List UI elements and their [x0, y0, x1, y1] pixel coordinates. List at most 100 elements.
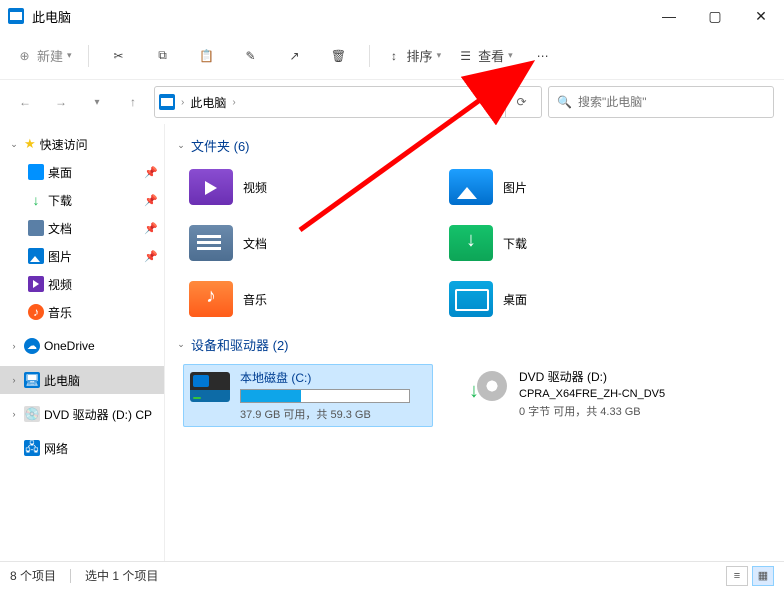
chevron-down-icon: ▾: [437, 50, 442, 61]
drive-name: 本地磁盘 (C:): [240, 369, 428, 386]
sidebar-item-pictures[interactable]: 图片 📌: [0, 242, 164, 270]
sidebar-label: 图片: [48, 248, 72, 265]
sidebar-item-videos[interactable]: 视频: [0, 270, 164, 298]
folder-documents[interactable]: 文档: [189, 221, 409, 265]
drive-d[interactable]: DVD 驱动器 (D:) CPRA_X64FRE_ZH-CN_DV5 0 字节 …: [463, 364, 713, 427]
chevron-right-icon[interactable]: ›: [8, 341, 20, 351]
refresh-button[interactable]: ⟳: [505, 86, 537, 118]
new-label: 新建: [37, 46, 63, 65]
delete-button[interactable]: 🗑: [319, 39, 359, 73]
folder-videos[interactable]: 视频: [189, 165, 409, 209]
folder-label: 图片: [503, 179, 527, 196]
storage-progress: [240, 389, 410, 403]
new-button[interactable]: ⊕ 新建 ▾: [10, 39, 78, 73]
sidebar-item-documents[interactable]: 文档 📌: [0, 214, 164, 242]
window-icon: [8, 8, 24, 24]
sidebar-item-onedrive[interactable]: › ☁ OneDrive: [0, 332, 164, 360]
breadcrumb-sep: ›: [232, 97, 235, 108]
pc-icon: [159, 94, 175, 110]
desktop-folder-icon: [449, 281, 493, 317]
paste-button[interactable]: 📋: [187, 39, 227, 73]
sidebar-item-desktop[interactable]: 桌面 📌: [0, 158, 164, 186]
drive-sub: CPRA_X64FRE_ZH-CN_DV5: [519, 388, 709, 400]
drive-stat: 0 字节 可用，共 4.33 GB: [519, 403, 709, 419]
more-button[interactable]: ⋯: [523, 39, 563, 73]
folder-label: 视频: [243, 179, 267, 196]
view-icon: ☰: [457, 47, 474, 64]
maximize-button[interactable]: ▢: [692, 0, 738, 32]
picture-folder-icon: [449, 169, 493, 205]
back-button[interactable]: ←: [10, 87, 40, 117]
address-bar[interactable]: › 此电脑 › ⌄ ⟳: [154, 86, 542, 118]
cut-icon: ✂: [110, 47, 127, 64]
search-icon: 🔍: [557, 95, 572, 109]
disc-icon: 💿: [24, 406, 40, 422]
folder-music[interactable]: 音乐: [189, 277, 409, 321]
folder-pictures[interactable]: 图片: [449, 165, 669, 209]
section-label: 文件夹 (6): [191, 136, 250, 155]
sidebar-label: 网络: [44, 440, 68, 457]
toolbar: ⊕ 新建 ▾ ✂ ⧉ 📋 ✎ ↗ 🗑 ↕ 排序 ▾ ☰ 查看 ▾ ⋯: [0, 32, 784, 80]
sort-button[interactable]: ↕ 排序 ▾: [380, 39, 448, 73]
chevron-down-icon[interactable]: ⌄: [175, 140, 187, 151]
up-button[interactable]: ↑: [118, 87, 148, 117]
desktop-icon: [28, 164, 44, 180]
chevron-right-icon[interactable]: ›: [8, 375, 20, 385]
breadcrumb[interactable]: 此电脑: [190, 94, 226, 111]
search-box[interactable]: 🔍: [548, 86, 774, 118]
video-folder-icon: [189, 169, 233, 205]
sidebar-item-dvd[interactable]: › 💿 DVD 驱动器 (D:) CP: [0, 400, 164, 428]
folder-downloads[interactable]: 下载: [449, 221, 669, 265]
sidebar-label: 文档: [48, 220, 72, 237]
icons-view-button[interactable]: ▦: [752, 566, 774, 586]
content-pane: ⌄ 文件夹 (6) 视频 图片 文档 下载 音乐: [164, 124, 784, 561]
search-input[interactable]: [578, 95, 765, 109]
chevron-down-icon[interactable]: ⌄: [175, 339, 187, 350]
share-button[interactable]: ↗: [275, 39, 315, 73]
folder-desktop[interactable]: 桌面: [449, 277, 669, 321]
sidebar-label: 下载: [48, 192, 72, 209]
chevron-right-icon[interactable]: ›: [8, 409, 20, 419]
status-selected-count: 选中 1 个项目: [85, 567, 158, 584]
sidebar-item-this-pc[interactable]: › 🖥 此电脑: [0, 366, 164, 394]
more-icon: ⋯: [534, 47, 551, 64]
chevron-down-icon: ▾: [508, 50, 513, 61]
rename-button[interactable]: ✎: [231, 39, 271, 73]
video-icon: [28, 276, 44, 292]
picture-icon: [28, 248, 44, 264]
title-bar: 此电脑 — ▢ ✕: [0, 0, 784, 32]
close-button[interactable]: ✕: [738, 0, 784, 32]
folder-label: 下载: [503, 235, 527, 252]
download-icon: ↓: [28, 192, 44, 208]
trash-icon: 🗑: [330, 47, 347, 64]
recent-button[interactable]: ▾: [82, 87, 112, 117]
sidebar-item-network[interactable]: › 🖧 网络: [0, 434, 164, 462]
view-button[interactable]: ☰ 查看 ▾: [451, 39, 519, 73]
sidebar-item-downloads[interactable]: ↓ 下载 📌: [0, 186, 164, 214]
disc-icon: [467, 368, 511, 404]
sidebar-label: 桌面: [48, 164, 72, 181]
sidebar-item-music[interactable]: ♪ 音乐: [0, 298, 164, 326]
minimize-button[interactable]: —: [646, 0, 692, 32]
sidebar-item-quick-access[interactable]: ⌄ ★ 快速访问: [0, 130, 164, 158]
folders-grid: 视频 图片 文档 下载 音乐 桌面: [175, 165, 774, 321]
folder-label: 桌面: [503, 291, 527, 308]
drive-c[interactable]: 本地磁盘 (C:) 37.9 GB 可用，共 59.3 GB: [183, 364, 433, 427]
pc-icon: 🖥: [24, 372, 40, 388]
copy-button[interactable]: ⧉: [143, 39, 183, 73]
network-icon: 🖧: [24, 440, 40, 456]
music-icon: ♪: [28, 304, 44, 320]
chevron-down-icon[interactable]: ⌄: [8, 139, 20, 150]
cloud-icon: ☁: [24, 338, 40, 354]
paste-icon: 📋: [198, 47, 215, 64]
cut-button[interactable]: ✂: [99, 39, 139, 73]
section-drives-header[interactable]: ⌄ 设备和驱动器 (2): [175, 335, 774, 354]
navigation-pane: ⌄ ★ 快速访问 桌面 📌 ↓ 下载 📌 文档 📌 图片: [0, 124, 164, 561]
forward-button[interactable]: →: [46, 87, 76, 117]
section-folders-header[interactable]: ⌄ 文件夹 (6): [175, 136, 774, 155]
address-dropdown[interactable]: ⌄: [481, 95, 497, 109]
pin-icon: 📌: [144, 250, 158, 263]
details-view-button[interactable]: ≡: [726, 566, 748, 586]
drives-row: 本地磁盘 (C:) 37.9 GB 可用，共 59.3 GB DVD 驱动器 (…: [175, 364, 774, 427]
folder-label: 音乐: [243, 291, 267, 308]
